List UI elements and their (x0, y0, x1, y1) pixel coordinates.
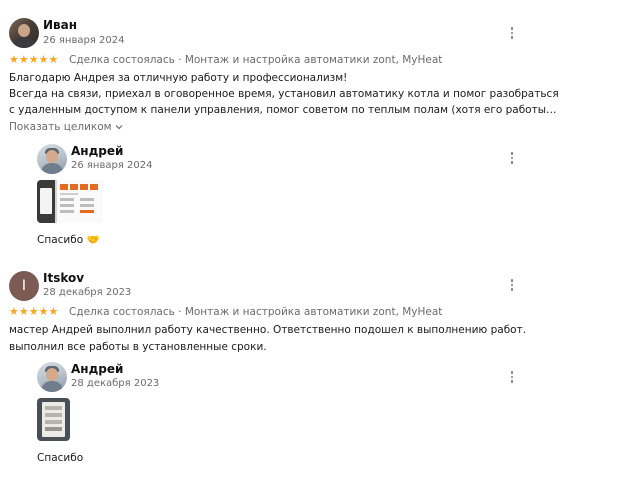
attached-photo-thumbnail (37, 180, 103, 223)
reply-date: 26 января 2024 (71, 160, 153, 171)
deal-info: Сделка состоялась · Монтаж и настройка а… (69, 306, 443, 318)
show-more-label: Показать целиком (9, 121, 112, 133)
review-date: 26 января 2024 (43, 35, 125, 46)
reply-photo[interactable] (37, 398, 70, 441)
avatar[interactable] (37, 144, 67, 174)
reply-photo[interactable] (37, 180, 103, 223)
reply-text: Спасибо (37, 452, 84, 464)
reply-author[interactable]: Андрей (71, 144, 123, 158)
review-text-line: выполнил все работы в установленные срок… (9, 341, 267, 353)
more-options-icon[interactable] (506, 151, 518, 165)
rating-stars: ★★★★★ (9, 53, 59, 66)
reply-date: 28 декабря 2023 (71, 378, 160, 389)
review-text-line: с удаленным доступом к панели управления… (9, 104, 557, 116)
review-text-line: мастер Андрей выполнил работу качественн… (9, 324, 527, 336)
avatar[interactable] (9, 18, 39, 48)
more-options-icon[interactable] (506, 26, 518, 40)
attached-photo-thumbnail (37, 398, 70, 441)
reply-author[interactable]: Андрей (71, 362, 123, 376)
more-options-icon[interactable] (506, 370, 518, 384)
review-author[interactable]: Itskov (43, 271, 84, 285)
more-options-icon[interactable] (506, 278, 518, 292)
review-date: 28 декабря 2023 (43, 287, 132, 298)
deal-info: Сделка состоялась · Монтаж и настройка а… (69, 54, 443, 66)
rating-stars: ★★★★★ (9, 305, 59, 318)
reply-text: Спасибо 🤝 (37, 234, 100, 246)
chevron-down-icon (115, 125, 123, 130)
avatar[interactable] (37, 362, 67, 392)
avatar[interactable]: I (9, 271, 39, 301)
show-more-link[interactable]: Показать целиком (9, 121, 123, 133)
review-author[interactable]: Иван (43, 18, 77, 32)
